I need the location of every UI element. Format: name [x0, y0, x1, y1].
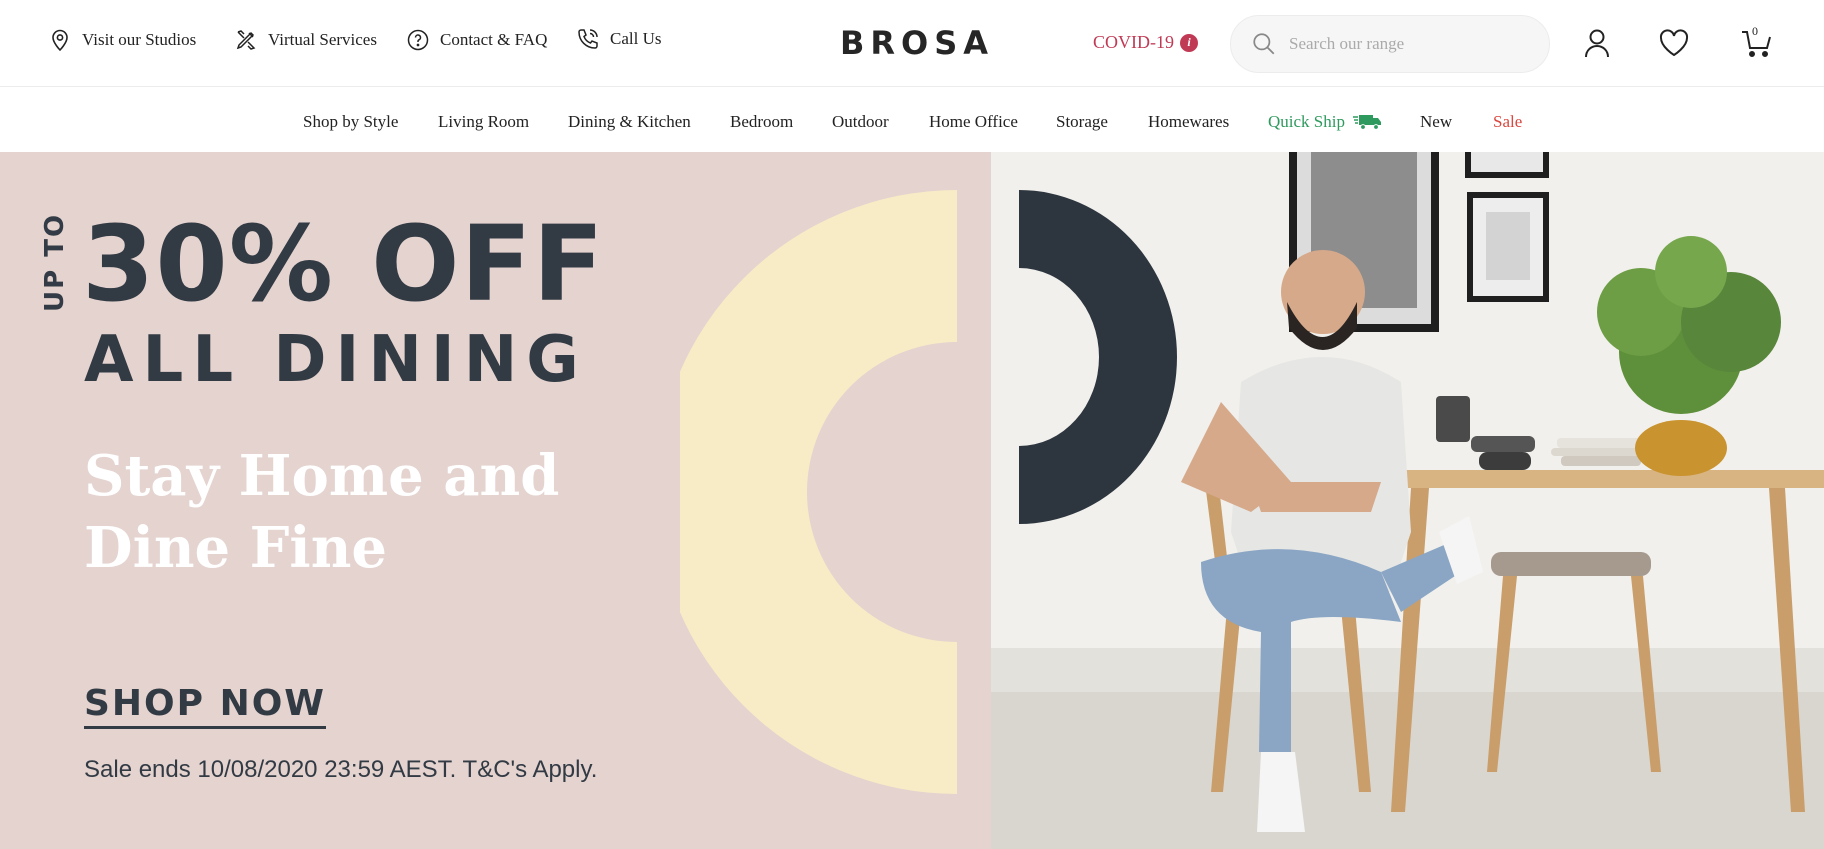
nav-homewares[interactable]: Homewares	[1148, 112, 1229, 132]
nav-new[interactable]: New	[1420, 112, 1452, 132]
nav-outdoor[interactable]: Outdoor	[832, 112, 889, 132]
location-pin-icon	[52, 29, 68, 52]
discount-headline: 30% OFF	[82, 203, 605, 325]
up-to-label: UP TO	[40, 212, 70, 312]
nav-quick-ship[interactable]: Quick Ship	[1268, 112, 1383, 132]
nav-quick-ship-label: Quick Ship	[1268, 112, 1345, 131]
discount-subhead: ALL DINING	[84, 323, 588, 397]
sale-disclaimer: Sale ends 10/08/2020 23:59 AEST. T&C's A…	[84, 756, 598, 783]
covid-label: COVID-19	[1093, 32, 1174, 52]
visit-studios-link[interactable]: Visit our Studios	[48, 28, 196, 52]
shop-now-button[interactable]: SHOP NOW	[84, 684, 327, 729]
top-header: Visit our Studios Virtual Services Conta…	[0, 0, 1824, 87]
user-icon	[1585, 29, 1609, 58]
search-icon	[1253, 33, 1275, 55]
hero-banner[interactable]: UP TO 30% OFF ALL DINING Stay Home and D…	[0, 152, 1824, 849]
covid-link[interactable]: COVID-19 i	[1093, 32, 1198, 53]
brosa-logo[interactable]: BROSA	[840, 24, 994, 62]
wishlist-button[interactable]	[1657, 26, 1691, 60]
virtual-services-link[interactable]: Virtual Services	[234, 28, 377, 52]
hero-tagline: Stay Home and Dine Fine	[84, 443, 560, 581]
cart-count: 0	[1752, 24, 1758, 38]
cream-arc-shape	[680, 190, 957, 794]
nav-bedroom[interactable]: Bedroom	[730, 112, 793, 132]
nav-shop-by-style[interactable]: Shop by Style	[303, 112, 398, 132]
call-us-link[interactable]: Call Us	[576, 27, 661, 51]
visit-studios-label: Visit our Studios	[82, 30, 197, 49]
search-bar[interactable]	[1230, 15, 1550, 73]
pencil-ruler-icon	[236, 30, 256, 50]
heart-icon	[1659, 29, 1689, 57]
nav-home-office[interactable]: Home Office	[929, 112, 1018, 132]
nav-sale[interactable]: Sale	[1493, 112, 1522, 132]
virtual-services-label: Virtual Services	[268, 30, 377, 49]
search-input[interactable]	[1289, 34, 1509, 54]
info-icon: i	[1180, 33, 1198, 52]
truck-icon	[1352, 115, 1381, 130]
dark-arc-shape	[1019, 190, 1177, 524]
category-nav: Shop by Style Living Room Dining & Kitch…	[0, 88, 1824, 152]
promo-panel: UP TO 30% OFF ALL DINING Stay Home and D…	[0, 152, 991, 849]
contact-faq-link[interactable]: Contact & FAQ	[406, 28, 547, 52]
nav-dining-kitchen[interactable]: Dining & Kitchen	[568, 112, 691, 132]
account-button[interactable]	[1580, 26, 1614, 60]
cart-button[interactable]: 0	[1740, 24, 1774, 60]
question-circle-icon	[407, 29, 429, 51]
phone-icon	[578, 29, 598, 49]
hero-photo	[991, 152, 1824, 849]
call-us-label: Call Us	[610, 29, 662, 48]
nav-storage[interactable]: Storage	[1056, 112, 1108, 132]
contact-faq-label: Contact & FAQ	[440, 30, 548, 49]
nav-living-room[interactable]: Living Room	[438, 112, 529, 132]
